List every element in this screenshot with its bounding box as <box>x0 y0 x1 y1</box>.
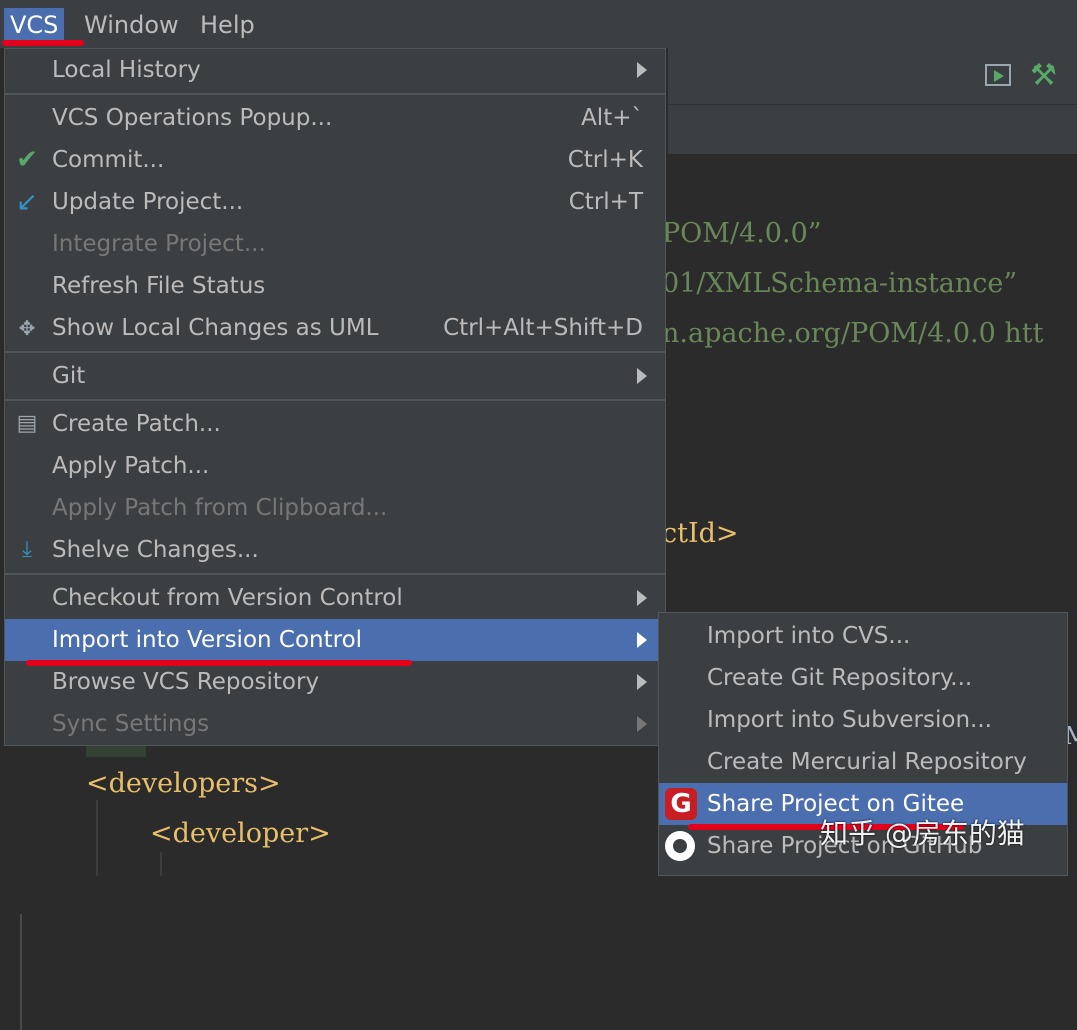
code-line: 01/XMLSchema-instance” <box>662 268 1018 299</box>
menu-bar: VCS Window Help <box>0 0 1077 49</box>
menu-vcs[interactable]: VCS <box>4 8 65 42</box>
menu-item-label: Apply Patch... <box>52 453 210 479</box>
watermark: 知乎 @房东的猫 <box>820 817 1025 850</box>
menu-item-label: Import into CVS... <box>707 623 911 649</box>
highlight-mark <box>86 745 146 757</box>
menu-item-label: Create Git Repository... <box>707 665 973 691</box>
menu-item-label: Integrate Project... <box>52 231 266 257</box>
menu-item-label: Sync Settings <box>52 711 210 737</box>
menu-item-label: Update Project... <box>52 189 244 215</box>
build-hammer-icon[interactable]: ⚒ <box>1030 58 1070 94</box>
code-line: POM/4.0.0” <box>662 218 822 249</box>
menu-item-import-into-vcs[interactable]: Import into Version Control <box>5 619 665 661</box>
menu-item-label: Local History <box>52 57 201 83</box>
menu-item-local-history[interactable]: Local History <box>5 49 665 91</box>
menu-item-label: Commit... <box>52 147 165 173</box>
menu-item-label: Browse VCS Repository <box>52 669 320 695</box>
annotation-underline-vcs <box>2 40 84 46</box>
toolbar <box>668 48 1077 104</box>
submenu-arrow-icon <box>637 590 647 606</box>
menu-help[interactable]: Help <box>194 8 261 42</box>
submenu-item-create-git-repo[interactable]: Create Git Repository... <box>659 657 1067 699</box>
menu-separator <box>5 93 665 95</box>
submenu-arrow-icon <box>637 368 647 384</box>
github-icon <box>665 831 695 861</box>
submenu-arrow-icon <box>637 674 647 690</box>
menu-item-label: Import into Subversion... <box>707 707 992 733</box>
menu-item-label: Create Mercurial Repository <box>707 749 1027 775</box>
menu-item-browse-vcs-repo[interactable]: Browse VCS Repository <box>5 661 665 703</box>
menu-item-commit[interactable]: ✔ Commit... Ctrl+K <box>5 139 665 181</box>
submenu-arrow-icon <box>637 716 647 732</box>
update-arrow-icon: ↙ <box>16 187 38 217</box>
menu-item-label: Apply Patch from Clipboard... <box>52 495 388 521</box>
code-line: <developer> <box>150 818 331 849</box>
run-config-icon[interactable] <box>985 64 1011 86</box>
code-line: ctId> <box>662 518 739 549</box>
submenu-item-create-mercurial-repo[interactable]: Create Mercurial Repository <box>659 741 1067 783</box>
menu-item-apply-patch-clipboard[interactable]: Apply Patch from Clipboard... <box>5 487 665 529</box>
menu-item-shortcut: Alt+` <box>581 105 643 131</box>
menu-item-shortcut: Ctrl+K <box>567 147 643 173</box>
menu-item-checkout[interactable]: Checkout from Version Control <box>5 577 665 619</box>
menu-separator <box>5 351 665 353</box>
indent-guide <box>96 800 98 876</box>
menu-item-label: Git <box>52 363 86 389</box>
menu-item-label: VCS Operations Popup... <box>52 105 333 131</box>
menu-item-refresh-file-status[interactable]: Refresh File Status <box>5 265 665 307</box>
menu-item-show-local-changes-uml[interactable]: ✥ Show Local Changes as UML Ctrl+Alt+Shi… <box>5 307 665 349</box>
menu-item-label: Create Patch... <box>52 411 221 437</box>
menu-item-label: Checkout from Version Control <box>52 585 403 611</box>
menu-window[interactable]: Window <box>78 8 185 42</box>
check-icon: ✔ <box>16 145 38 175</box>
menu-item-sync-settings[interactable]: Sync Settings <box>5 703 665 745</box>
submenu-arrow-icon <box>637 62 647 78</box>
menu-item-update-project[interactable]: ↙ Update Project... Ctrl+T <box>5 181 665 223</box>
menu-item-create-patch[interactable]: ▤ Create Patch... <box>5 403 665 445</box>
submenu-item-import-cvs[interactable]: Import into CVS... <box>659 615 1067 657</box>
menu-item-git[interactable]: Git <box>5 355 665 397</box>
indent-guide <box>160 852 162 876</box>
shelve-icon: ⤓ <box>22 537 32 562</box>
menu-separator <box>5 573 665 575</box>
vcs-dropdown-menu: Local History VCS Operations Popup... Al… <box>4 48 666 746</box>
annotation-underline-import <box>26 660 412 666</box>
menu-item-shortcut: Ctrl+T <box>568 189 643 215</box>
editor-tab-bar <box>668 104 1077 155</box>
menu-item-shelve-changes[interactable]: ⤓ Shelve Changes... <box>5 529 665 571</box>
menu-item-label: Import into Version Control <box>52 627 363 653</box>
menu-item-shortcut: Ctrl+Alt+Shift+D <box>443 315 643 341</box>
menu-item-apply-patch[interactable]: Apply Patch... <box>5 445 665 487</box>
gitee-icon: G <box>665 788 697 820</box>
code-line: <developers> <box>86 768 281 799</box>
uml-icon: ✥ <box>18 316 36 340</box>
menu-item-vcs-operations-popup[interactable]: VCS Operations Popup... Alt+` <box>5 97 665 139</box>
patch-icon: ▤ <box>16 411 38 436</box>
submenu-item-import-subversion[interactable]: Import into Subversion... <box>659 699 1067 741</box>
menu-separator <box>5 399 665 401</box>
submenu-arrow-icon <box>637 632 647 648</box>
code-line: n.apache.org/POM/4.0.0 htt <box>662 318 1044 349</box>
menu-item-label: Shelve Changes... <box>52 537 259 563</box>
menu-item-integrate-project[interactable]: Integrate Project... <box>5 223 665 265</box>
menu-item-label: Show Local Changes as UML <box>52 315 379 341</box>
gutter <box>20 914 22 1030</box>
menu-item-label: Refresh File Status <box>52 273 266 299</box>
